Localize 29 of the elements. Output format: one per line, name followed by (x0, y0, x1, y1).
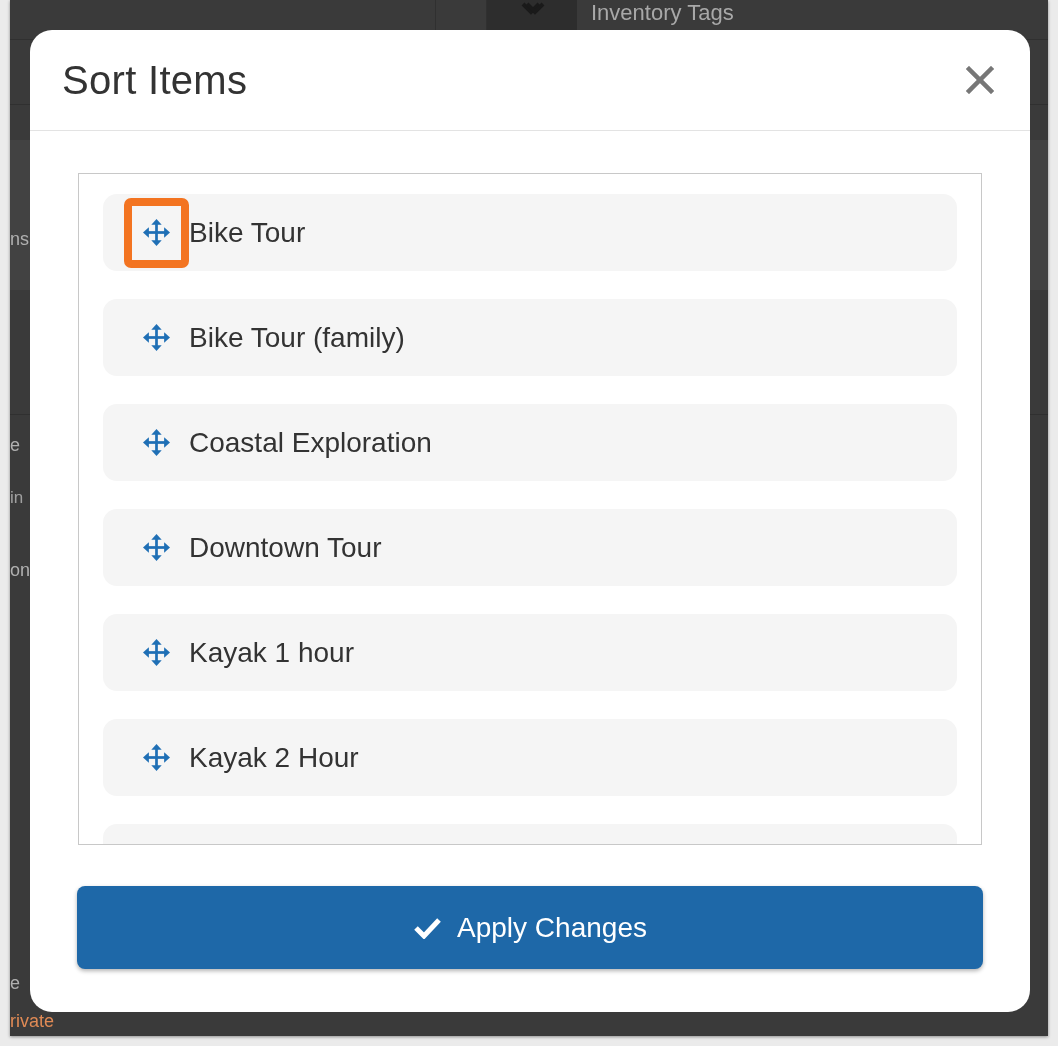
page-text: rivate (10, 1009, 54, 1032)
move-icon[interactable] (142, 534, 170, 561)
sortable-item[interactable]: Kayak 2 Hour (103, 719, 957, 796)
checkmark-icon (413, 916, 443, 939)
item-label: Downtown Tour (189, 531, 382, 564)
sortable-item[interactable]: Bike Tour (family) (103, 299, 957, 376)
move-icon[interactable] (142, 639, 170, 666)
page-text: e (10, 971, 20, 994)
dialog-title: Sort Items (62, 57, 248, 103)
item-label: Bike Tour (189, 216, 306, 249)
close-icon[interactable] (966, 66, 994, 94)
item-label: Coastal Exploration (189, 426, 432, 459)
move-icon[interactable] (142, 219, 170, 246)
move-icon[interactable] (142, 429, 170, 456)
page-text: ns (10, 228, 29, 250)
sortable-item[interactable]: Downtown Tour (103, 509, 957, 586)
column-heading: Inventory Tags (591, 0, 734, 27)
sortable-item[interactable]: Coastal Exploration (103, 404, 957, 481)
apply-changes-button[interactable]: Apply Changes (77, 886, 983, 969)
sortable-item[interactable]: Bike Tour (103, 194, 957, 271)
item-label: Kayak 2 Hour (189, 741, 359, 774)
page-text: in (10, 486, 24, 509)
sortable-item[interactable]: Kayak 1 hour (103, 614, 957, 691)
move-icon[interactable] (142, 324, 170, 351)
page-text: on (10, 559, 31, 581)
item-label: Kayak 1 hour (189, 636, 354, 669)
page-text: e (10, 434, 20, 456)
move-icon[interactable] (142, 744, 170, 771)
item-label: Bike Tour (family) (189, 321, 405, 354)
